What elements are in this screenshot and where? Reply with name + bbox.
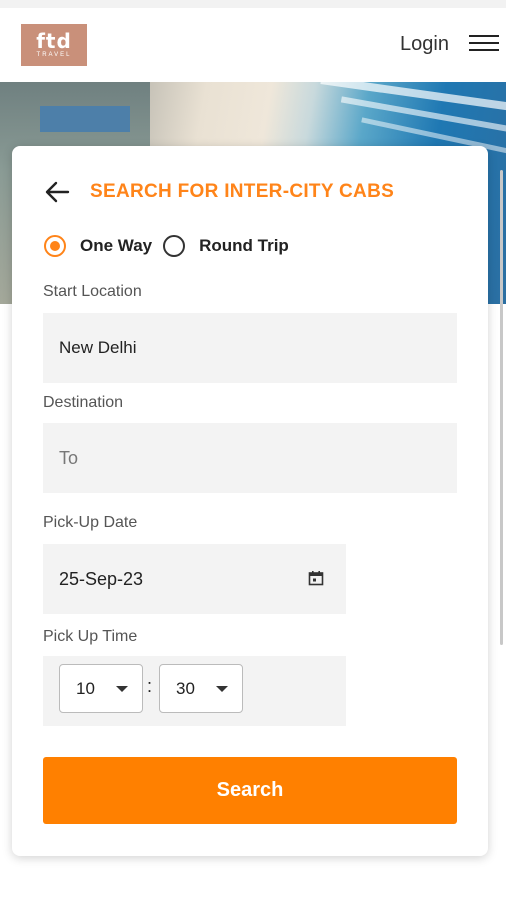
logo-subtext: TRAVEL: [36, 52, 72, 58]
card-title-row: SEARCH FOR INTER-CITY CABS: [44, 180, 394, 204]
radio-unselected-icon[interactable]: [163, 235, 186, 257]
radio-label: Round Trip: [199, 236, 289, 255]
minute-value: 30: [176, 678, 195, 698]
pickup-time-label: Pick Up Time: [43, 628, 138, 645]
trip-type-group: One Way Round Trip: [44, 235, 300, 257]
start-location-label: Start Location: [43, 283, 142, 300]
radio-round-trip[interactable]: Round Trip: [163, 235, 289, 257]
menu-icon[interactable]: [469, 35, 499, 57]
pickup-date-label: Pick-Up Date: [43, 514, 138, 531]
search-button[interactable]: Search: [43, 757, 457, 824]
logo-text: ftd: [36, 29, 72, 53]
card-title: SEARCH FOR INTER-CITY CABS: [90, 181, 395, 202]
destination-label: Destination: [43, 394, 124, 411]
hour-value: 10: [76, 678, 95, 698]
pickup-date-value: 25-Sep-23: [59, 568, 144, 589]
header-bar: ftd TRAVEL Login: [0, 8, 506, 82]
radio-label: One Way: [80, 236, 153, 255]
back-arrow-icon[interactable]: [44, 180, 70, 204]
pickup-date-field[interactable]: 25-Sep-23: [43, 544, 346, 614]
radio-selected-icon[interactable]: [44, 235, 66, 257]
chevron-down-icon: [216, 686, 228, 692]
chevron-down-icon: [116, 686, 128, 692]
time-separator: :: [147, 676, 153, 696]
hero-building: [40, 106, 130, 132]
brand-logo[interactable]: ftd TRAVEL: [21, 24, 87, 66]
start-location-field[interactable]: New Delhi: [43, 313, 457, 383]
search-card: SEARCH FOR INTER-CITY CABS One Way Round…: [12, 146, 488, 856]
hour-select[interactable]: 10: [59, 664, 143, 713]
login-link[interactable]: Login: [400, 33, 449, 56]
calendar-icon[interactable]: [308, 570, 324, 586]
page-scrollbar[interactable]: [500, 170, 503, 645]
destination-field[interactable]: To: [43, 423, 457, 493]
minute-select[interactable]: 30: [159, 664, 243, 713]
pickup-time-group: 10 : 30: [43, 656, 346, 726]
radio-one-way[interactable]: One Way: [44, 235, 152, 257]
top-strip: [0, 0, 506, 8]
